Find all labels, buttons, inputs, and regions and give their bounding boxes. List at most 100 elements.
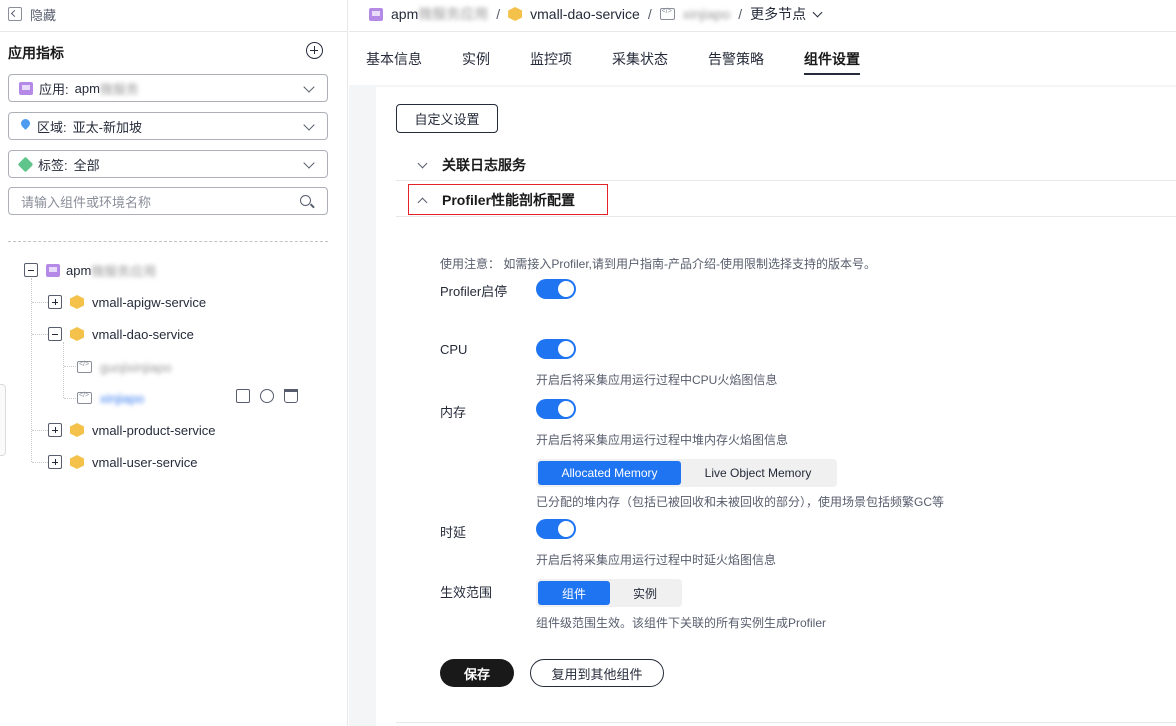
drag-handle[interactable] [0, 384, 6, 456]
tree-env-label: guojixinjiapo [100, 359, 172, 375]
divider [396, 722, 1176, 723]
chevron-down-icon [417, 158, 428, 168]
cpu-toggle[interactable] [536, 339, 576, 359]
hide-label: 隐藏 [30, 7, 57, 23]
monitor-icon[interactable] [236, 389, 250, 403]
tree-root-label: apm [66, 262, 92, 278]
scope-segmented: 组件 实例 [536, 579, 682, 607]
breadcrumb-separator: / [647, 6, 652, 22]
tab-metrics[interactable]: 监控项 [530, 49, 572, 69]
expand-icon[interactable] [48, 423, 62, 437]
tag-select[interactable]: 标签: 全部 [8, 150, 328, 178]
scope-option-component[interactable]: 组件 [538, 581, 610, 605]
scope-help: 组件级范围生效。该组件下关联的所有实例生成Profiler [536, 616, 827, 630]
breadcrumb-separator: / [496, 6, 501, 22]
tree-item-label: vmall-apigw-service [92, 294, 207, 310]
section-log-title: 关联日志服务 [442, 157, 526, 173]
collapse-icon[interactable] [48, 327, 62, 341]
component-icon [70, 455, 84, 469]
tree-row-actions [236, 389, 298, 403]
trash-icon[interactable] [284, 389, 298, 403]
component-icon [70, 327, 84, 341]
section-title: 应用指标 [8, 45, 64, 61]
tree-item-apigw[interactable]: vmall-apigw-service [48, 293, 206, 311]
latency-help: 开启后将采集应用运行过程中时延火焰图信息 [536, 553, 777, 567]
environment-icon [77, 361, 92, 373]
tab-component-settings[interactable]: 组件设置 [804, 49, 860, 69]
component-icon [508, 7, 523, 21]
tree-item-user[interactable]: vmall-user-service [48, 453, 197, 471]
tab-instances[interactable]: 实例 [462, 49, 490, 69]
breadcrumb-app[interactable]: apm微服务应用 [391, 4, 488, 24]
search-input[interactable]: 请输入组件或环境名称 [8, 187, 328, 215]
component-icon [70, 295, 84, 309]
divider [396, 180, 1176, 181]
memory-toggle[interactable] [536, 399, 576, 419]
active-tab-indicator [804, 73, 860, 75]
collapse-icon[interactable] [24, 263, 38, 277]
tag-select-value: 全部 [73, 157, 100, 173]
tree-guide [32, 462, 48, 463]
tree-item-dao[interactable]: vmall-dao-service [48, 325, 194, 343]
region-select[interactable]: 区域: 亚太-新加坡 [8, 112, 328, 140]
section-log-header[interactable]: 关联日志服务 [409, 155, 526, 175]
tree-item-label: vmall-product-service [92, 422, 216, 438]
tree-item-product[interactable]: vmall-product-service [48, 421, 216, 439]
app-select[interactable]: 应用: apm 微服务 [8, 74, 328, 102]
tree-guide [64, 366, 76, 367]
tree-guide [64, 398, 76, 399]
region-select-value: 亚太-新加坡 [72, 119, 142, 135]
latency-label: 时延 [440, 525, 467, 540]
breadcrumb-app-blurred: 微服务应用 [418, 6, 489, 22]
tab-alarm-policy[interactable]: 告警策略 [708, 49, 764, 69]
copy-to-components-button[interactable]: 复用到其他组件 [530, 659, 664, 687]
breadcrumb-service[interactable]: vmall-dao-service [530, 6, 640, 22]
chevron-down-icon [303, 157, 315, 169]
breadcrumb-separator: / [738, 6, 743, 22]
tree-item-label: vmall-user-service [92, 454, 198, 470]
gear-icon[interactable] [260, 389, 274, 403]
tree-env-xinjiapo[interactable]: xinjiapo [77, 389, 144, 407]
add-circle-icon[interactable] [306, 42, 323, 59]
app-select-value-blurred: 微服务 [99, 81, 139, 97]
hide-sidebar-button[interactable]: 隐藏 [8, 5, 56, 23]
custom-settings-button[interactable]: 自定义设置 [396, 104, 498, 133]
collapse-left-icon [8, 7, 22, 21]
environment-icon [77, 392, 92, 404]
more-nodes-dropdown[interactable]: 更多节点 [750, 4, 806, 24]
component-icon [70, 423, 84, 437]
highlight-box [408, 184, 608, 215]
expand-icon[interactable] [48, 455, 62, 469]
cpu-label: CPU [440, 342, 468, 357]
tree-guide [63, 342, 64, 398]
memory-option-allocated[interactable]: Allocated Memory [538, 461, 681, 485]
profiler-toggle[interactable] [536, 279, 576, 299]
expand-icon[interactable] [48, 295, 62, 309]
tree-env-label: xinjiapo [100, 390, 145, 406]
tree-item-label: vmall-dao-service [92, 326, 194, 342]
profiler-toggle-label: Profiler启停 [440, 284, 508, 299]
memory-type-segmented: Allocated Memory Live Object Memory [536, 459, 837, 487]
app-select-label: 应用: [39, 81, 69, 97]
save-button[interactable]: 保存 [440, 659, 514, 687]
divider [0, 31, 348, 32]
tab-collection-status[interactable]: 采集状态 [612, 49, 668, 69]
search-icon[interactable] [300, 195, 311, 206]
latency-toggle[interactable] [536, 519, 576, 539]
breadcrumb-env[interactable]: xinjiapo [683, 6, 730, 22]
chevron-down-icon [812, 7, 823, 17]
memory-option-live-object[interactable]: Live Object Memory [681, 461, 835, 485]
tree-guide [31, 278, 32, 462]
scope-option-instance[interactable]: 实例 [610, 581, 680, 605]
divider [396, 216, 1176, 217]
tab-basic-info[interactable]: 基本信息 [366, 49, 422, 69]
tab-bar: 基本信息 实例 监控项 采集状态 告警策略 组件设置 [349, 31, 1176, 85]
tree-env-guojixinjiapo[interactable]: guojixinjiapo [77, 358, 172, 376]
tree-root[interactable]: apm 微服务应用 [24, 261, 156, 279]
memory-help: 开启后将采集应用运行过程中堆内存火焰图信息 [536, 433, 789, 447]
environment-icon [659, 8, 675, 20]
divider [8, 241, 328, 242]
chevron-down-icon [303, 119, 315, 131]
tree-guide [32, 334, 48, 335]
memory-label: 内存 [440, 405, 467, 420]
